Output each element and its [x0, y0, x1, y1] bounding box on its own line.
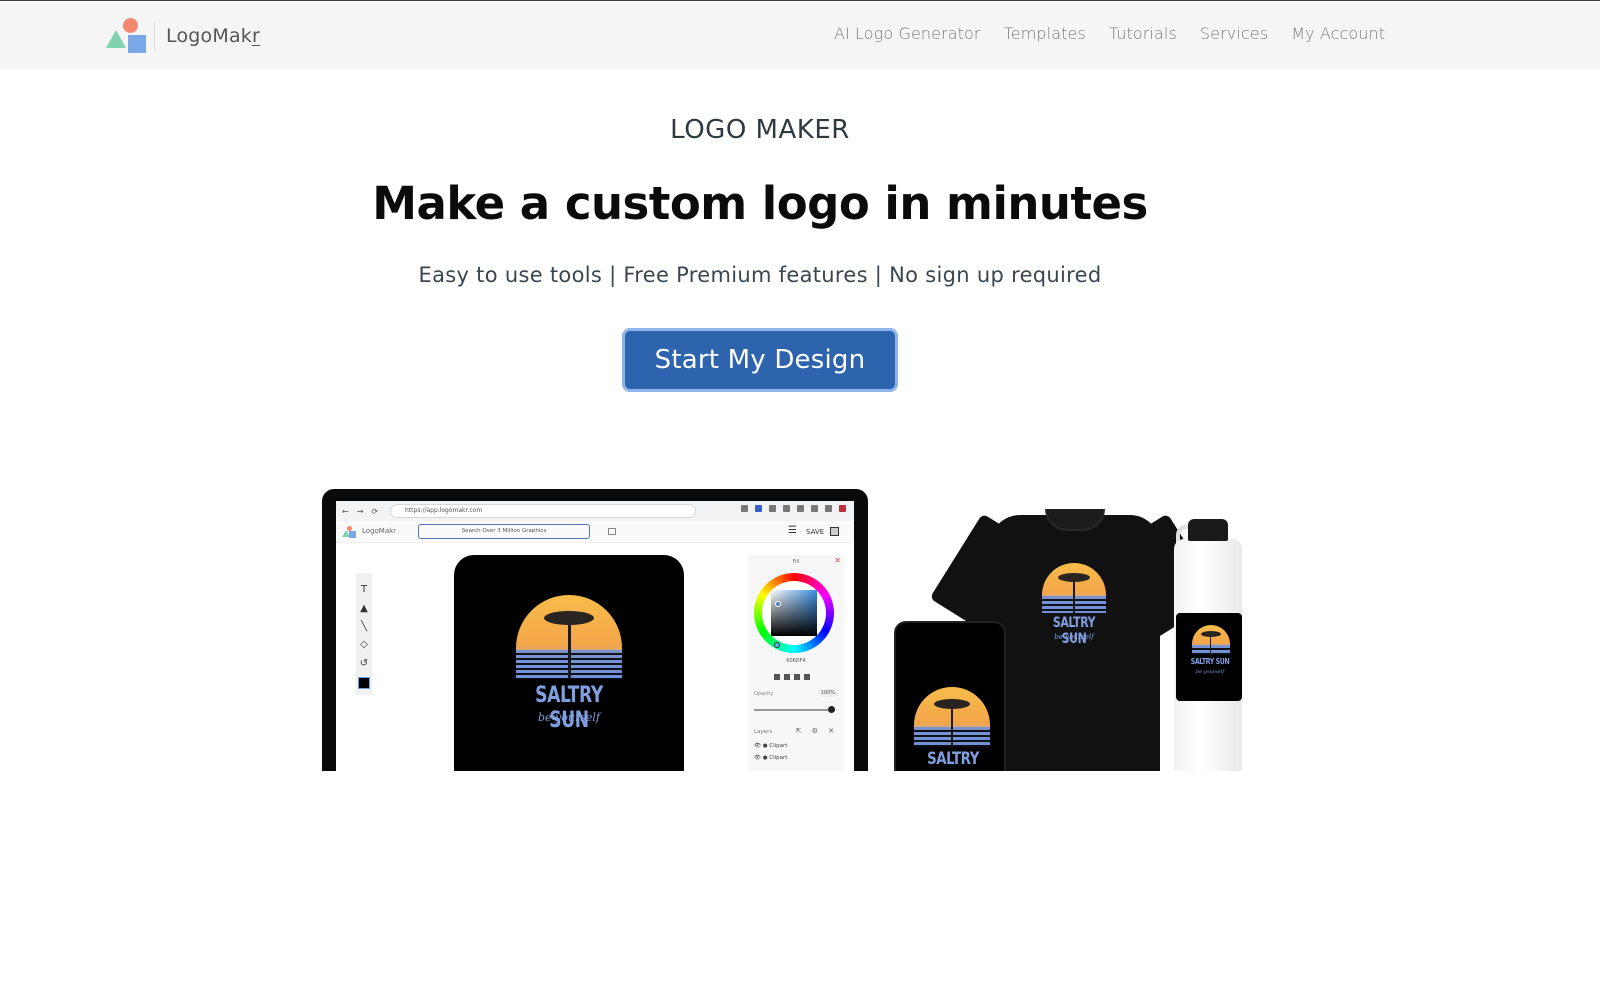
browser-extension-icons	[741, 505, 846, 512]
hamburger-menu-icon: ☰	[788, 525, 797, 536]
close-icon: ✕	[834, 556, 841, 565]
profile-icon	[839, 505, 846, 512]
logo-triangle	[106, 30, 126, 48]
palm-frond	[544, 611, 594, 625]
brand-name-main: LogoMak	[166, 25, 253, 47]
logo-tagline: be yourself	[538, 711, 600, 724]
nav-tutorials[interactable]: Tutorials	[1109, 24, 1177, 43]
extension-icon	[741, 505, 748, 512]
editor-save-label: SAVE	[806, 528, 825, 536]
editor-search-box: Search Over 3 Million Graphics	[418, 524, 590, 539]
logo-title: SALTRY SUN	[1190, 657, 1230, 666]
extension-icon	[783, 505, 790, 512]
main-nav: AI Logo Generator Templates Tutorials Se…	[834, 24, 1408, 43]
saltry-sun-logo: SALTRY SUN be yourself	[1184, 625, 1236, 695]
fill-panel: Fill ✕ 606DF4 Opacity 100% Layers ⇱ ⚙ ✕ …	[748, 555, 844, 771]
browser-toolbar: ← → ⟳ https://app.logomakr.com	[336, 501, 854, 521]
bottle-cap	[1188, 519, 1228, 541]
solid-fill-icon	[774, 674, 780, 680]
logo-title: SALTRY SUN	[535, 683, 603, 733]
sidebar-icon	[825, 505, 832, 512]
logo-tagline: be yourself	[1195, 669, 1225, 675]
nav-templates[interactable]: Templates	[1004, 24, 1086, 43]
shape-tool-icon: ▲	[360, 603, 368, 614]
reload-icon: ⟳	[371, 506, 379, 516]
palm-trunk	[568, 617, 571, 679]
logomakr-logo-icon	[106, 18, 150, 54]
browser-url-bar: https://app.logomakr.com	[390, 504, 696, 518]
radial-fill-icon	[794, 674, 800, 680]
water-bottle-mockup: SALTRY SUN be yourself	[1170, 519, 1246, 771]
gradient-fill-icon	[784, 674, 790, 680]
fill-panel-title: Fill	[792, 559, 800, 565]
line-tool-icon: ╲	[360, 621, 368, 632]
fill-tool-icon: ◇	[360, 639, 368, 650]
extension-icon	[755, 505, 762, 512]
hero-subhead: Easy to use tools | Free Premium feature…	[418, 263, 1102, 287]
waves-graphic	[1192, 644, 1230, 655]
editor-canvas-logo: SALTRY SUN be yourself	[454, 555, 684, 771]
brand-divider	[154, 21, 155, 51]
opacity-slider-track	[754, 709, 832, 711]
laptop-mockup: ← → ⟳ https://app.logomakr.com LogoMakr	[322, 489, 868, 771]
editor-app-name: LogoMakr	[362, 527, 397, 535]
forward-arrow-icon: →	[356, 506, 364, 516]
brand-name: LogoMakr	[166, 25, 260, 47]
editor-tool-palette: T ▲ ╲ ◇ ↺	[356, 573, 372, 695]
logo-title: SALTRY SUN	[927, 749, 979, 771]
hero-eyebrow: LOGO MAKER	[670, 115, 850, 145]
color-swatch	[358, 677, 370, 689]
logo-title: SALTRY SUN	[1052, 615, 1096, 647]
opacity-slider-thumb	[828, 706, 835, 713]
nav-my-account[interactable]: My Account	[1291, 24, 1385, 43]
extension-icon	[769, 505, 776, 512]
history-tool-icon: ↺	[359, 658, 369, 669]
layers-action-icons: ⇱ ⚙ ✕	[795, 727, 838, 735]
logo-tagline: be yourself	[1054, 633, 1094, 641]
saltry-sun-logo: SALTRY SUN be yourself	[1038, 563, 1118, 663]
bottle-label: SALTRY SUN be yourself	[1176, 613, 1242, 701]
opacity-value: 100%	[817, 689, 838, 697]
color-wheel	[754, 573, 834, 653]
layers-label: Layers	[754, 729, 773, 735]
fill-type-icons	[774, 674, 810, 680]
layer-item: 👁 ● Clipart	[754, 755, 788, 761]
text-tool-icon: T	[360, 584, 368, 595]
product-mockup-image: ← → ⟳ https://app.logomakr.com LogoMakr	[322, 489, 1246, 771]
hue-handle	[774, 642, 780, 648]
back-arrow-icon: ←	[342, 506, 349, 516]
download-icon	[811, 505, 818, 512]
hero-headline: Make a custom logo in minutes	[372, 177, 1148, 230]
brand-name-r: r	[252, 25, 261, 47]
hex-value: 606DF4	[786, 658, 806, 664]
save-disk-icon	[830, 527, 839, 536]
sun-graphic	[1192, 625, 1230, 655]
brand-logo-link[interactable]: LogoMakr	[106, 18, 260, 54]
saltry-sun-logo: SALTRY SUN be yourself	[514, 595, 624, 735]
phone-mockup: SALTRY SUN	[894, 621, 1006, 771]
nav-ai-logo-generator[interactable]: AI Logo Generator	[834, 24, 981, 43]
editor-logo-icon	[342, 526, 356, 538]
logo-circle	[123, 18, 138, 33]
site-header: LogoMakr AI Logo Generator Templates Tut…	[0, 2, 1600, 69]
saltry-sun-logo: SALTRY SUN	[908, 687, 998, 771]
pattern-fill-icon	[804, 674, 810, 680]
image-upload-icon	[608, 528, 616, 535]
saturation-square	[771, 590, 817, 636]
start-my-design-button[interactable]: Start My Design	[622, 328, 898, 392]
color-picker-handle	[775, 601, 781, 607]
logo-square	[128, 35, 146, 53]
nav-services[interactable]: Services	[1200, 24, 1268, 43]
layer-item: 👁 ● Clipart	[754, 743, 788, 749]
opacity-label: Opacity	[754, 691, 774, 697]
editor-app-bar: LogoMakr Search Over 3 Million Graphics …	[336, 521, 854, 543]
extension-icon	[797, 505, 804, 512]
laptop-screen: ← → ⟳ https://app.logomakr.com LogoMakr	[336, 501, 854, 771]
